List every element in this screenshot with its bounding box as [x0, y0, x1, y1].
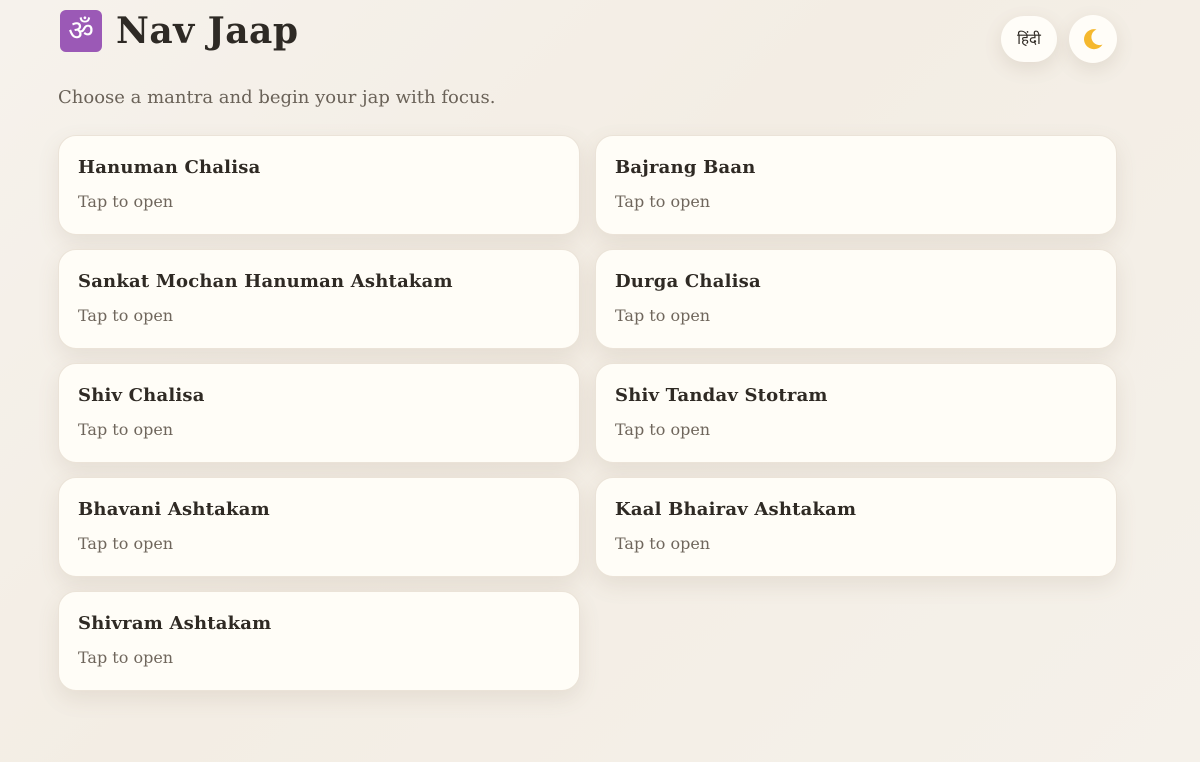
mantra-card-hint: Tap to open — [78, 420, 174, 439]
app-page: ॐ Nav Jaap हिंदी Choose a mantra and beg… — [58, 0, 1118, 762]
mantra-card-hint: Tap to open — [615, 420, 711, 439]
mantra-card-bajrang-baan[interactable]: Bajrang Baan Tap to open — [595, 135, 1117, 235]
mantra-card-kaal-bhairav-ashtakam[interactable]: Kaal Bhairav Ashtakam Tap to open — [595, 477, 1117, 577]
mantra-card-hint: Tap to open — [615, 534, 711, 553]
language-toggle-button[interactable]: हिंदी — [1001, 16, 1057, 62]
mantra-card-shivram-ashtakam[interactable]: Shivram Ashtakam Tap to open — [58, 591, 580, 691]
mantra-card-hint: Tap to open — [78, 192, 174, 211]
mantra-card-title: Hanuman Chalisa — [78, 157, 261, 178]
mantra-card-durga-chalisa[interactable]: Durga Chalisa Tap to open — [595, 249, 1117, 349]
language-toggle-label: हिंदी — [1017, 30, 1041, 48]
mantra-card-title: Shivram Ashtakam — [78, 613, 272, 634]
page-subtitle: Choose a mantra and begin your jap with … — [58, 87, 496, 108]
brand: ॐ Nav Jaap — [60, 10, 299, 52]
mantra-card-title: Sankat Mochan Hanuman Ashtakam — [78, 271, 453, 292]
mantra-card-hint: Tap to open — [615, 192, 711, 211]
mantra-card-hanuman-chalisa[interactable]: Hanuman Chalisa Tap to open — [58, 135, 580, 235]
mantra-card-title: Durga Chalisa — [615, 271, 761, 292]
crescent-moon-icon — [1084, 29, 1103, 50]
mantra-card-hint: Tap to open — [615, 306, 711, 325]
mantra-card-title: Shiv Chalisa — [78, 385, 205, 406]
mantra-card-sankat-mochan-hanuman-ashtakam[interactable]: Sankat Mochan Hanuman Ashtakam Tap to op… — [58, 249, 580, 349]
app-title: Nav Jaap — [116, 10, 299, 52]
mantra-card-hint: Tap to open — [78, 534, 174, 553]
mantra-card-hint: Tap to open — [78, 306, 174, 325]
mantra-card-shiv-chalisa[interactable]: Shiv Chalisa Tap to open — [58, 363, 580, 463]
mantra-grid: Hanuman Chalisa Tap to open Bajrang Baan… — [58, 135, 1118, 691]
om-icon: ॐ — [60, 10, 102, 52]
mantra-card-bhavani-ashtakam[interactable]: Bhavani Ashtakam Tap to open — [58, 477, 580, 577]
mantra-card-title: Shiv Tandav Stotram — [615, 385, 828, 406]
mantra-card-title: Bhavani Ashtakam — [78, 499, 270, 520]
mantra-card-hint: Tap to open — [78, 648, 174, 667]
app-header: ॐ Nav Jaap हिंदी — [58, 0, 1118, 80]
mantra-card-shiv-tandav-stotram[interactable]: Shiv Tandav Stotram Tap to open — [595, 363, 1117, 463]
mantra-card-title: Bajrang Baan — [615, 157, 756, 178]
theme-toggle-button[interactable] — [1069, 15, 1117, 63]
mantra-card-title: Kaal Bhairav Ashtakam — [615, 499, 857, 520]
